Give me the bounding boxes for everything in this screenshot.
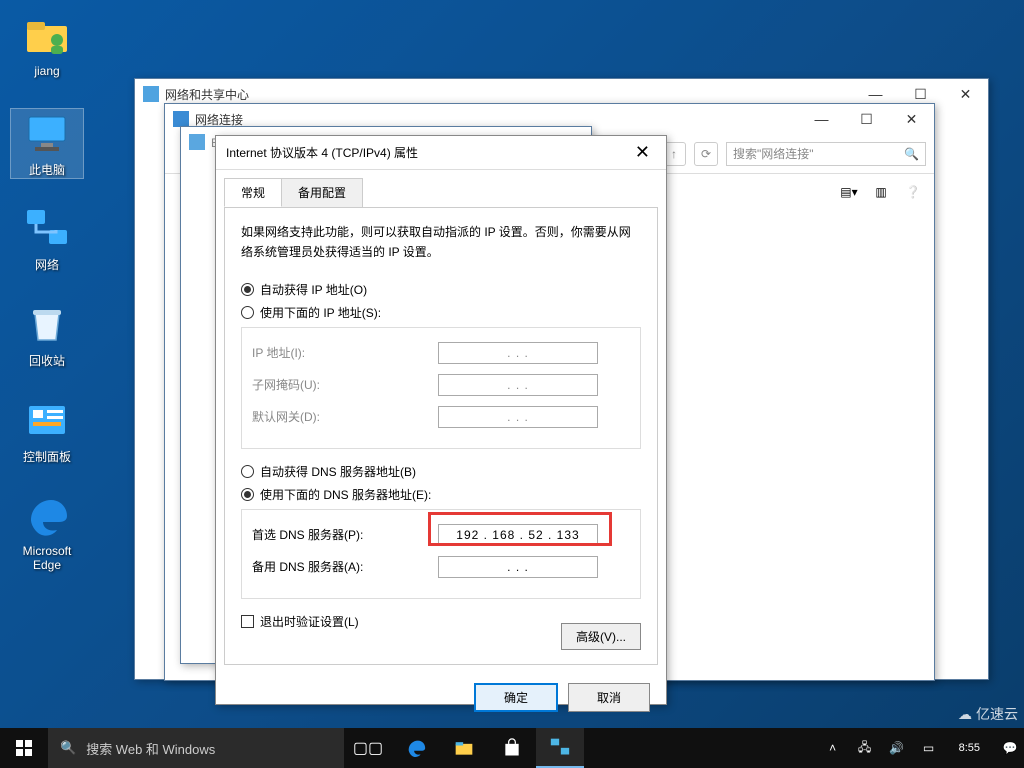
tab-alternate[interactable]: 备用配置 [281,178,363,207]
desktop-icon-controlpanel[interactable]: 控制面板 [10,396,84,465]
desktop-icon-label: 此电脑 [29,163,65,177]
desktop-icon-label: jiang [34,64,59,78]
search-icon: 🔍 [60,740,76,756]
label-gateway: 默认网关(D): [252,408,428,425]
ethernet-icon [189,134,205,150]
titlebar[interactable]: Internet 协议版本 4 (TCP/IPv4) 属性 ✕ [216,136,666,170]
radio-icon [241,283,254,296]
radio-label: 使用下面的 IP 地址(S): [260,304,381,321]
input-alternate-dns[interactable]: . . . [438,556,598,578]
tab-panel-general: 如果网络支持此功能，则可以获取自动指派的 IP 设置。否则，你需要从网络系统管理… [224,207,658,665]
computer-icon [23,109,71,157]
controlpanel-icon [23,396,71,444]
radio-manual-ip[interactable]: 使用下面的 IP 地址(S): [241,304,641,321]
cloud-icon: ☁ [958,706,972,723]
close-button[interactable]: ✕ [629,142,656,163]
label-preferred-dns: 首选 DNS 服务器(P): [252,526,428,543]
taskbar-network-connections[interactable] [536,728,584,768]
search-placeholder: 搜索"网络连接" [733,145,814,162]
label-alternate-dns: 备用 DNS 服务器(A): [252,558,428,575]
taskbar-edge[interactable] [392,728,440,768]
view-options-icon[interactable]: ▤▾ [840,183,858,201]
tab-bar: 常规 备用配置 [216,170,666,207]
search-placeholder: 搜索 Web 和 Windows [86,739,215,758]
help-icon[interactable]: ❔ [904,183,922,201]
desktop-icon-recyclebin[interactable]: 回收站 [10,300,84,369]
radio-icon [241,306,254,319]
radio-icon [241,488,254,501]
desktop-icon-thispc[interactable]: 此电脑 [10,108,84,179]
recycle-icon [23,300,71,348]
radio-icon [241,465,254,478]
input-preferred-dns[interactable]: 192 . 168 . 52 . 133 [438,524,598,546]
desktop-icon-label: 控制面板 [23,450,71,464]
radio-label: 使用下面的 DNS 服务器地址(E): [260,486,431,503]
input-subnet: . . . [438,374,598,396]
desktop-icon-userfolder[interactable]: jiang [10,12,84,78]
close-button[interactable]: ✕ [943,79,988,109]
advanced-button[interactable]: 高级(V)... [561,623,641,650]
radio-label: 自动获得 DNS 服务器地址(B) [260,463,416,480]
dialog-title: Internet 协议版本 4 (TCP/IPv4) 属性 [226,144,629,161]
label-ip: IP 地址(I): [252,344,428,361]
hint-text: 如果网络支持此功能，则可以获取自动指派的 IP 设置。否则，你需要从网络系统管理… [241,222,641,263]
label-subnet: 子网掩码(U): [252,376,428,393]
input-ip: . . . [438,342,598,364]
ip-field-group: IP 地址(I): . . . 子网掩码(U): . . . 默认网关(D): … [241,327,641,449]
tray-clock[interactable]: 8:55 [951,742,988,754]
desktop-icon-label: Microsoft Edge [23,544,72,572]
network-center-icon [143,86,159,102]
ok-button[interactable]: 确定 [474,683,558,712]
radio-auto-ip[interactable]: 自动获得 IP 地址(O) [241,281,641,298]
desktop-icon-label: 回收站 [29,354,65,368]
checkbox-icon [241,615,254,628]
start-button[interactable] [0,728,48,768]
radio-manual-dns[interactable]: 使用下面的 DNS 服务器地址(E): [241,486,641,503]
taskview-button[interactable]: ▢▢ [344,728,392,768]
window-title: 网络和共享中心 [165,86,853,103]
watermark: ☁ 亿速云 [958,704,1018,724]
window-ipv4-properties: Internet 协议版本 4 (TCP/IPv4) 属性 ✕ 常规 备用配置 … [215,135,667,705]
search-icon[interactable]: 🔍 [904,147,919,161]
taskbar-search[interactable]: 🔍 搜索 Web 和 Windows [48,728,344,768]
tray-expand-icon[interactable]: ˄ [823,741,843,755]
radio-auto-dns[interactable]: 自动获得 DNS 服务器地址(B) [241,463,641,480]
desktop-icon-edge[interactable]: Microsoft Edge [10,492,84,572]
tray-network-icon[interactable]: 🖧 [855,738,875,759]
input-gateway: . . . [438,406,598,428]
desktop-icon-network[interactable]: 网络 [10,204,84,273]
cancel-button[interactable]: 取消 [568,683,650,712]
system-tray: ˄ 🖧 🔊 ▭ 8:55 💬 [819,728,1024,768]
windows-logo-icon [16,740,32,756]
watermark-text: 亿速云 [976,704,1018,724]
clock-time: 8:55 [959,742,980,754]
tab-general[interactable]: 常规 [224,178,282,207]
taskbar-apps: ▢▢ [344,728,584,768]
network-icon [23,204,71,252]
tray-volume-icon[interactable]: 🔊 [887,741,907,755]
dialog-button-row: 确定 取消 [216,673,666,726]
network-connections-icon [173,111,189,127]
tray-ime-icon[interactable]: ▭ [919,741,939,755]
folder-user-icon [23,12,71,60]
minimize-button[interactable]: — [799,104,844,134]
dns-field-group: 首选 DNS 服务器(P): 192 . 168 . 52 . 133 备用 D… [241,509,641,599]
checkbox-label: 退出时验证设置(L) [260,613,359,630]
radio-label: 自动获得 IP 地址(O) [260,281,367,298]
search-input[interactable]: 搜索"网络连接" 🔍 [726,142,926,166]
preview-pane-icon[interactable]: ▥ [872,183,890,201]
desktop-icon-label: 网络 [35,258,59,272]
taskbar: 🔍 搜索 Web 和 Windows ▢▢ ˄ 🖧 🔊 ▭ 8:55 💬 [0,728,1024,768]
window-title: 网络连接 [195,111,799,128]
taskbar-store[interactable] [488,728,536,768]
close-button[interactable]: ✕ [889,104,934,134]
edge-icon [23,492,71,540]
maximize-button[interactable]: ☐ [844,104,889,134]
tray-notifications-icon[interactable]: 💬 [1000,741,1020,755]
refresh-button[interactable]: ⟳ [694,142,718,166]
taskbar-explorer[interactable] [440,728,488,768]
